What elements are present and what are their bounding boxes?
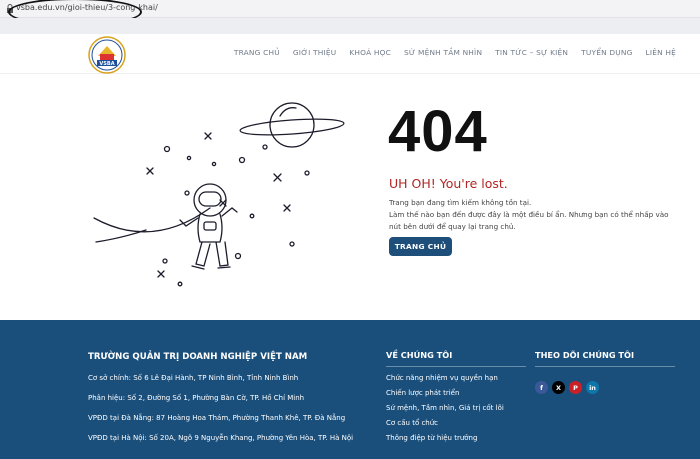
pinterest-icon[interactable]: P — [569, 381, 582, 394]
nav-lien-he[interactable]: LIÊN HỆ — [646, 48, 676, 57]
nav-tin-tuc[interactable]: TIN TỨC – SỰ KIỆN — [495, 48, 568, 57]
error-line-1: Trang bạn đang tìm kiếm không tồn tại. — [389, 198, 532, 207]
footer-org-title: TRƯỜNG QUẢN TRỊ DOANH NGHIỆP VIỆT NAM — [88, 352, 308, 362]
main-nav: TRANG CHỦ GIỚI THIỆU KHOÁ HỌC SỨ MỆNH TẦ… — [234, 48, 676, 57]
vsba-logo[interactable]: VSBA — [88, 36, 126, 74]
site-header: VSBA TRANG CHỦ GIỚI THIỆU KHOÁ HỌC SỨ MỆ… — [0, 34, 700, 74]
footer-about-title: VỀ CHÚNG TÔI — [386, 350, 526, 367]
footer-about: VỀ CHÚNG TÔI Chức năng nhiệm vụ quyền hạ… — [386, 350, 526, 442]
linkedin-icon[interactable]: in — [586, 381, 599, 394]
footer-link[interactable]: Thông điệp từ hiệu trưởng — [386, 434, 526, 442]
nav-tuyen-dung[interactable]: TUYỂN DỤNG — [581, 48, 632, 57]
footer-link[interactable]: Cơ cấu tổ chức — [386, 419, 526, 427]
nav-trang-chu[interactable]: TRANG CHỦ — [234, 48, 280, 57]
error-description: Trang bạn đang tìm kiếm không tồn tại. L… — [389, 197, 679, 233]
error-heading: UH OH! You're lost. — [389, 176, 508, 191]
svg-text:VSBA: VSBA — [99, 61, 114, 67]
footer-address: Phân hiệu: Số 2, Đường Số 1, Phường Bàn … — [88, 394, 305, 402]
social-links: f X Pin — [535, 381, 675, 394]
footer-follow-title: THEO DÕI CHÚNG TÔI — [535, 350, 675, 367]
nav-su-menh[interactable]: SỨ MỆNH TẦM NHÌN — [404, 48, 482, 57]
facebook-icon[interactable]: f — [535, 381, 548, 394]
error-line-2: Làm thế nào bạn đến được đây là một điều… — [389, 210, 669, 231]
site-footer: TRƯỜNG QUẢN TRỊ DOANH NGHIỆP VIỆT NAM Cơ… — [0, 320, 700, 459]
footer-link[interactable]: Chiến lược phát triển — [386, 389, 526, 397]
footer-address: Cơ sở chính: Số 6 Lê Đại Hành, TP Ninh B… — [88, 374, 299, 382]
home-button[interactable]: TRANG CHỦ — [389, 237, 452, 256]
error-code: 404 — [388, 99, 488, 164]
footer-contact: TRƯỜNG QUẢN TRỊ DOANH NGHIỆP VIỆT NAM Cơ… — [88, 352, 378, 442]
footer-follow: THEO DÕI CHÚNG TÔI f X Pin — [535, 350, 675, 394]
toolbar-band — [0, 18, 700, 34]
footer-link[interactable]: Sứ mệnh, Tầm nhìn, Giá trị cốt lõi — [386, 404, 526, 412]
footer-link[interactable]: Chức năng nhiệm vụ quyền hạn — [386, 374, 526, 382]
nav-khoa-hoc[interactable]: KHOÁ HỌC — [349, 48, 391, 57]
astronaut-illustration — [93, 102, 345, 287]
footer-address: VPĐD tại Hà Nội: Số 20A, Ngõ 9 Nguyễn Kh… — [88, 434, 354, 442]
nav-gioi-thieu[interactable]: GIỚI THIỆU — [293, 48, 337, 57]
footer-address: VPĐD tại Đà Nẵng: 87 Hoàng Hoa Thám, Phư… — [88, 414, 346, 422]
browser-url-bar[interactable]: vsba.edu.vn/gioi-thieu/3-cong-khai/ — [0, 0, 700, 26]
x-icon[interactable]: X — [552, 381, 565, 394]
